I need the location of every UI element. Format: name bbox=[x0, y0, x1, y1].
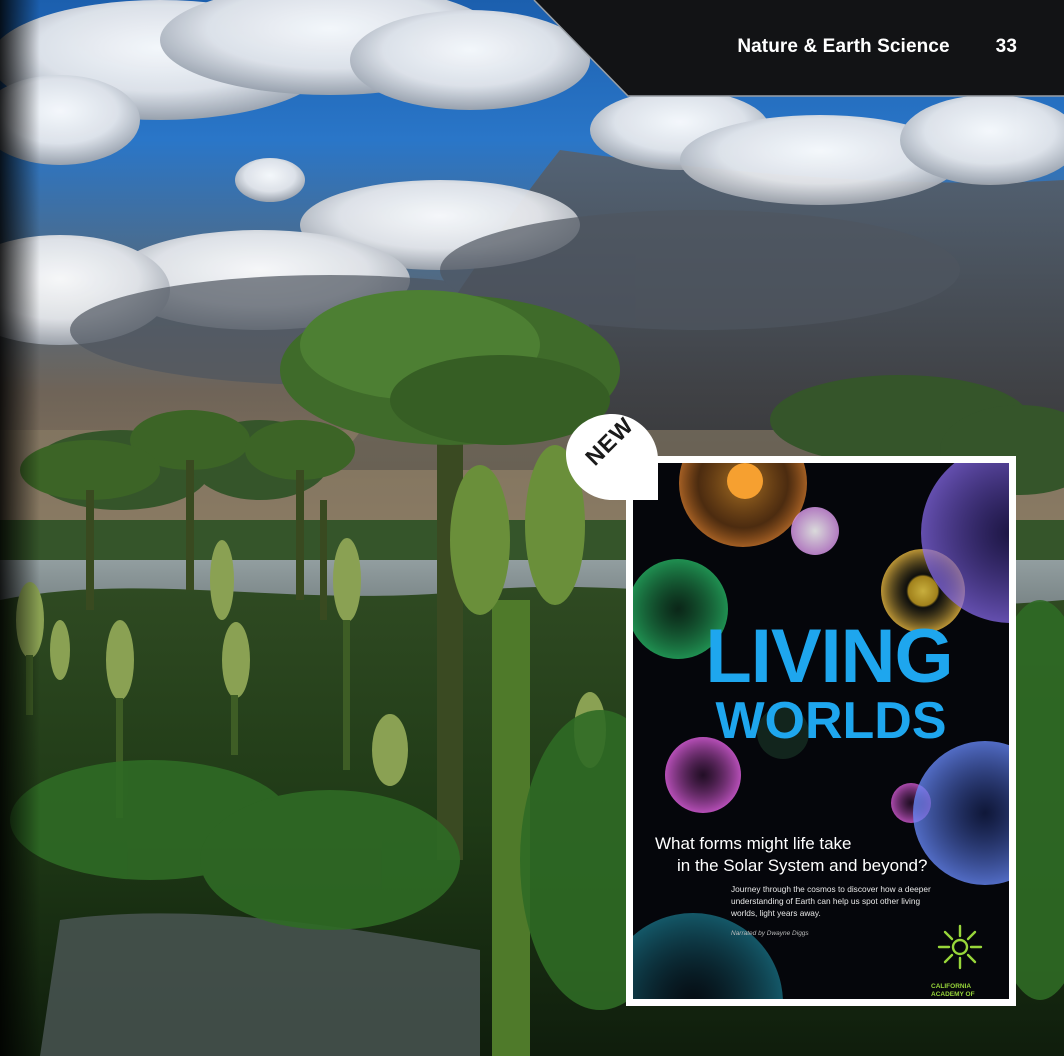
academy-logo-text: CALIFORNIA ACADEMY OF bbox=[931, 983, 975, 998]
poster-title-line1: LIVING bbox=[705, 614, 953, 699]
poster-question: What forms might life take in the Solar … bbox=[655, 833, 995, 877]
poster-question-line1: What forms might life take bbox=[655, 834, 852, 853]
poster-question-line2: in the Solar System and beyond? bbox=[677, 856, 928, 875]
living-worlds-poster: LIVING WORLDS What forms might life take… bbox=[626, 456, 1016, 1006]
section-header: Nature & Earth Science 33 bbox=[737, 36, 1017, 58]
poster-credit: Narrated by Dwayne Diggs bbox=[731, 930, 809, 937]
poster-blurb: Journey through the cosmos to discover h… bbox=[731, 884, 931, 918]
poster-title-line2: WORLDS bbox=[715, 692, 947, 750]
academy-logo-icon bbox=[937, 924, 983, 970]
page-number: 33 bbox=[995, 36, 1017, 57]
section-title: Nature & Earth Science bbox=[737, 36, 950, 57]
poster-artwork: LIVING WORLDS What forms might life take… bbox=[633, 463, 1009, 999]
